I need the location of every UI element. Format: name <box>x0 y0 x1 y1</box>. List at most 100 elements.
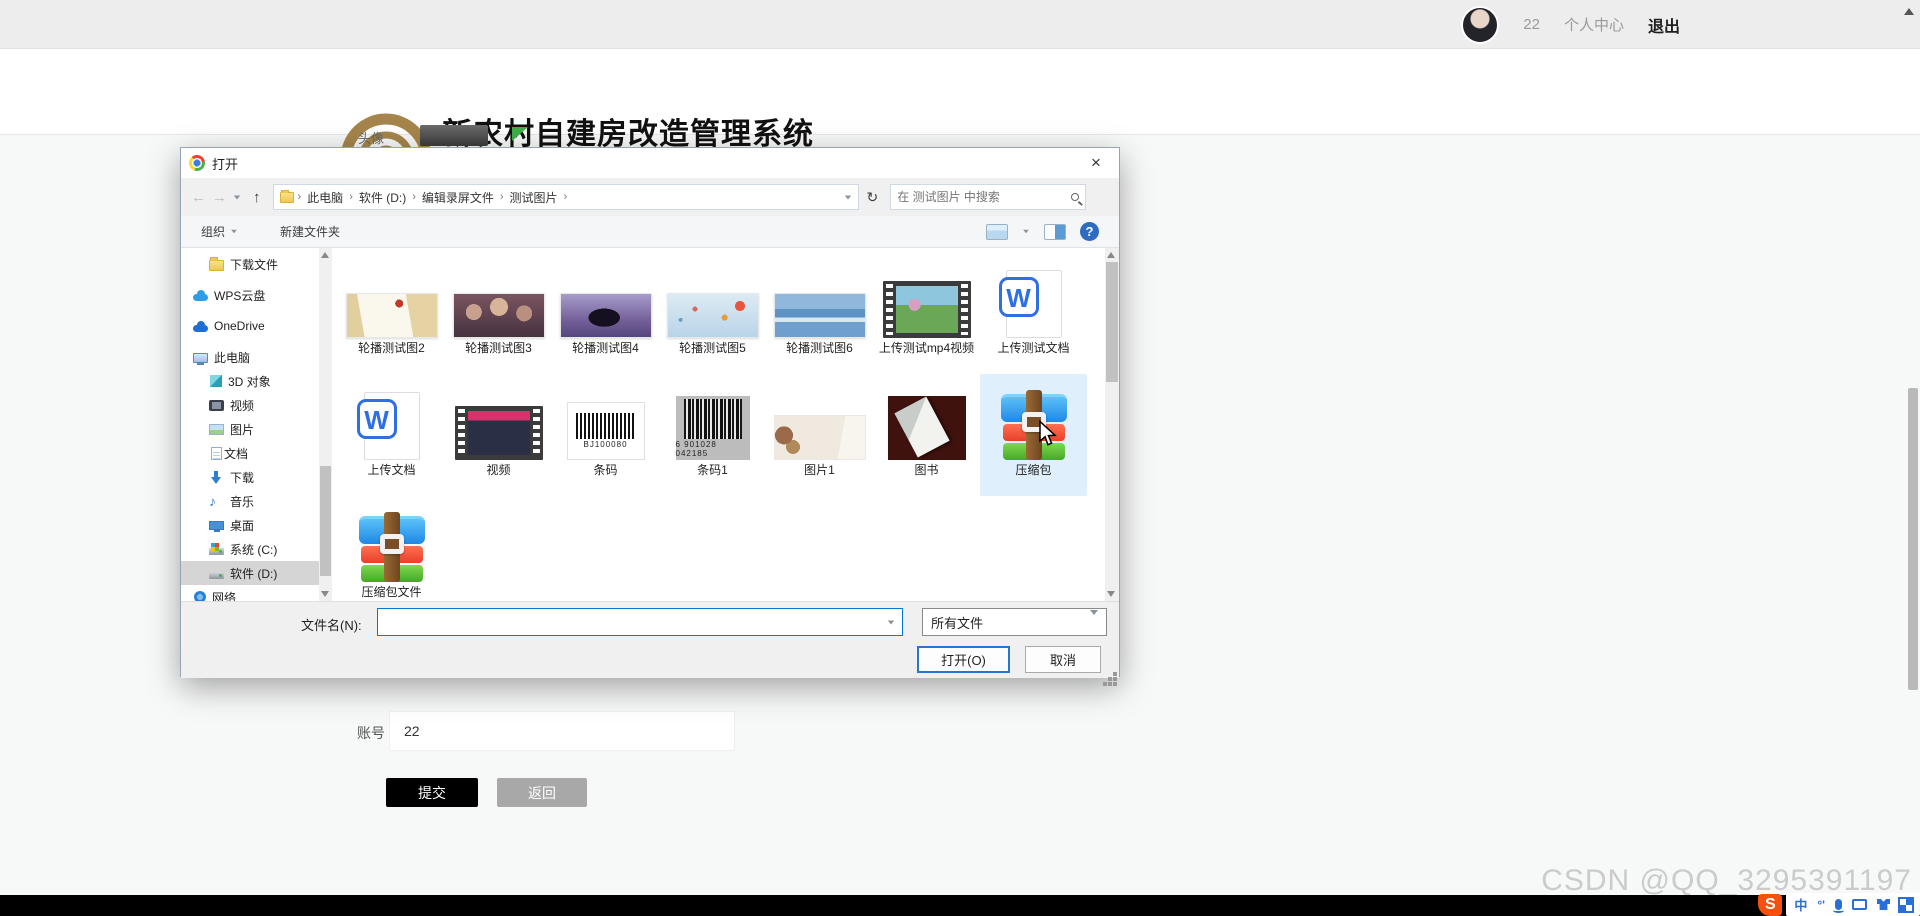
nav-history-dropdown-icon[interactable] <box>234 195 240 199</box>
breadcrumb-drive-d[interactable]: 软件 (D:) <box>357 189 408 206</box>
back-button[interactable]: 返回 <box>497 778 587 807</box>
search-box[interactable] <box>890 184 1086 210</box>
sidebar-item-downloads[interactable]: 下载 <box>181 465 319 489</box>
taskbar <box>0 895 1920 916</box>
organize-button[interactable]: 组织 <box>201 223 238 240</box>
scroll-up-icon[interactable] <box>321 252 329 258</box>
filetype-select[interactable]: 所有文件 <box>922 608 1107 636</box>
folder-icon <box>209 260 224 271</box>
sidebar-item-onedrive[interactable]: OneDrive <box>181 314 319 338</box>
dialog-titlebar[interactable]: 打开 × <box>181 148 1119 178</box>
sidebar-label: 系统 (C:) <box>230 541 277 558</box>
scroll-up-icon[interactable] <box>1107 252 1115 258</box>
image-thumbnail <box>667 293 759 338</box>
winrar-archive-icon <box>999 390 1069 460</box>
page-scrollbar-thumb[interactable] <box>1908 388 1918 690</box>
breadcrumb-folder[interactable]: 编辑录屏文件 <box>420 189 496 206</box>
file-item[interactable]: 压缩包文件 <box>338 496 445 601</box>
drive-icon <box>209 572 224 579</box>
keyboard-icon[interactable] <box>1852 899 1867 910</box>
file-item[interactable]: 6 901028 042185条码1 <box>659 374 766 496</box>
sidebar-item-videos[interactable]: 视频 <box>181 393 319 417</box>
filename-dropdown-icon[interactable] <box>880 620 902 625</box>
file-item[interactable]: 轮播测试图6 <box>766 252 873 374</box>
nav-up-icon[interactable]: ↑ <box>253 189 261 206</box>
file-item[interactable]: 轮播测试图2 <box>338 252 445 374</box>
file-name: 图片1 <box>804 463 835 477</box>
file-item[interactable]: 图书 <box>873 374 980 496</box>
skin-icon[interactable] <box>1877 899 1890 910</box>
submit-button[interactable]: 提交 <box>386 778 478 807</box>
sidebar-item-wps-cloud[interactable]: WPS云盘 <box>181 283 319 307</box>
ime-punctuation-icon[interactable]: °' <box>1817 898 1825 912</box>
resize-grip[interactable] <box>1113 672 1117 676</box>
user-avatar[interactable] <box>1461 6 1499 44</box>
file-item-selected[interactable]: 压缩包 <box>980 374 1087 496</box>
sidebar-label: WPS云盘 <box>214 287 265 304</box>
view-mode-dropdown-icon[interactable] <box>1023 230 1029 234</box>
help-icon[interactable]: ? <box>1080 222 1099 241</box>
breadcrumb[interactable]: › 此电脑 › 软件 (D:) › 编辑录屏文件 › 测试图片 › <box>273 184 859 210</box>
organize-label: 组织 <box>201 223 225 240</box>
sidebar-item-music[interactable]: 音乐 <box>181 489 319 513</box>
sidebar-item-network[interactable]: 网络 <box>181 585 319 601</box>
nav-back-icon[interactable]: ← <box>191 189 206 206</box>
ime-lang-icon[interactable]: 中 <box>1794 895 1807 914</box>
sidebar-item-this-pc[interactable]: 此电脑 <box>181 345 319 369</box>
close-icon[interactable]: × <box>1081 149 1111 177</box>
account-label: 账号 <box>357 723 385 743</box>
sidebar-item-download-files[interactable]: 下载文件 <box>181 252 319 276</box>
search-input[interactable] <box>897 190 1071 204</box>
file-item[interactable]: W上传文档 <box>338 374 445 496</box>
file-name: 图书 <box>914 463 938 477</box>
breadcrumb-dropdown-icon[interactable] <box>844 195 850 199</box>
file-item[interactable]: 上传测试mp4视频 <box>873 252 980 374</box>
logout-link[interactable]: 退出 <box>1648 13 1680 37</box>
page-scroll-up-icon[interactable] <box>1904 8 1914 15</box>
sidebar-item-3d-objects[interactable]: 3D 对象 <box>181 369 319 393</box>
sogou-logo-icon[interactable]: S <box>1758 894 1782 916</box>
preview-pane-icon[interactable] <box>1044 224 1066 240</box>
scroll-down-icon[interactable] <box>321 591 329 597</box>
sidebar-item-pictures[interactable]: 图片 <box>181 417 319 441</box>
sidebar-item-drive-c[interactable]: 系统 (C:) <box>181 537 319 561</box>
dialog-toolbar: 组织 新建文件夹 ? <box>181 216 1119 248</box>
sidebar-item-drive-d[interactable]: 软件 (D:) <box>181 561 319 585</box>
account-input[interactable] <box>389 711 735 751</box>
file-item[interactable]: 视频 <box>445 374 552 496</box>
microphone-icon[interactable] <box>1835 899 1842 910</box>
sidebar-scrollbar[interactable] <box>319 248 332 601</box>
file-grid-scrollbar[interactable] <box>1105 248 1119 601</box>
new-folder-button[interactable]: 新建文件夹 <box>280 223 340 240</box>
file-item[interactable]: BJ100080条码 <box>552 374 659 496</box>
file-item[interactable]: 图片1 <box>766 374 873 496</box>
sidebar-item-desktop[interactable]: 桌面 <box>181 513 319 537</box>
nav-forward-icon[interactable]: → <box>212 189 227 206</box>
document-icon <box>211 447 222 460</box>
dialog-sidebar: 下载文件 WPS云盘 OneDrive 此电脑 3D 对象 视频 图片 文档 下… <box>181 248 319 601</box>
file-item[interactable]: W上传测试文档 <box>980 252 1087 374</box>
filename-input[interactable] <box>378 609 880 635</box>
open-button[interactable]: 打开(O) <box>917 646 1010 673</box>
dialog-navbar: ← → ↑ › 此电脑 › 软件 (D:) › 编辑录屏文件 › 测试图片 › … <box>181 178 1119 216</box>
computer-icon <box>193 353 208 363</box>
file-item[interactable]: 轮播测试图5 <box>659 252 766 374</box>
profile-link[interactable]: 个人中心 <box>1564 14 1624 35</box>
cancel-button[interactable]: 取消 <box>1025 646 1101 673</box>
network-icon <box>194 591 206 601</box>
drive-icon <box>209 548 224 555</box>
file-item[interactable]: 轮播测试图3 <box>445 252 552 374</box>
breadcrumb-current[interactable]: 测试图片 <box>508 189 560 206</box>
ime-toolbar[interactable]: S 中 °' <box>1758 893 1920 916</box>
image-thumbnail <box>774 415 866 460</box>
avatar-preview-thumb <box>420 125 488 146</box>
scroll-down-icon[interactable] <box>1107 591 1115 597</box>
sidebar-item-documents[interactable]: 文档 <box>181 441 319 465</box>
file-name: 轮播测试图2 <box>358 341 425 355</box>
file-item[interactable]: 轮播测试图4 <box>552 252 659 374</box>
refresh-icon[interactable]: ↻ <box>867 189 879 206</box>
toolbox-grid-icon[interactable] <box>1900 899 1912 911</box>
doc-thumbnail: W <box>1006 270 1062 338</box>
breadcrumb-this-pc[interactable]: 此电脑 <box>305 189 345 206</box>
view-mode-icon[interactable] <box>986 224 1008 240</box>
